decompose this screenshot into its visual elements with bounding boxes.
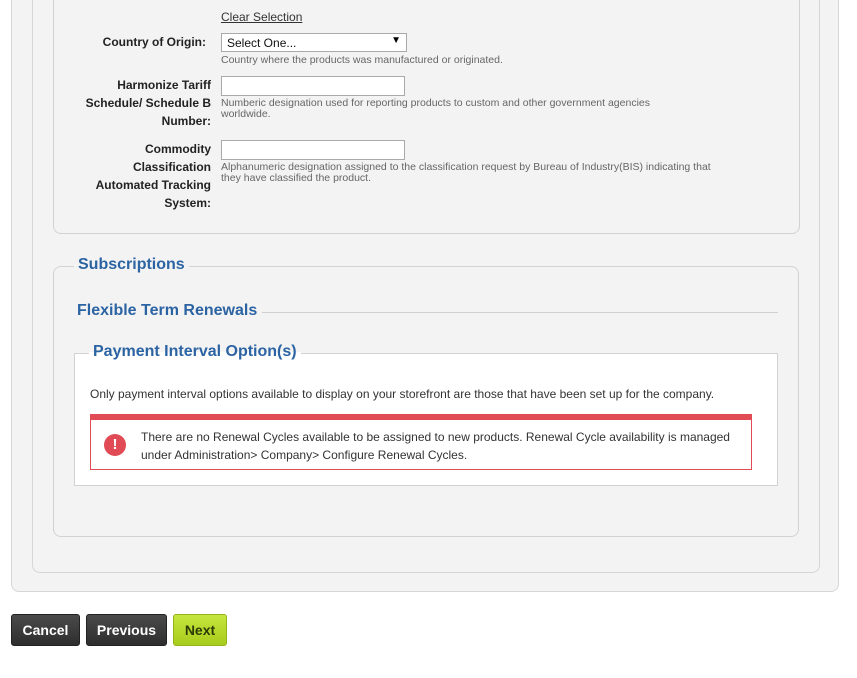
hts-label-line-2: Schedule/ Schedule B (85, 96, 211, 110)
subscriptions-heading: Subscriptions (74, 256, 189, 274)
ccats-label-line-3: Automated Tracking (95, 178, 211, 192)
ccats-input[interactable] (221, 140, 405, 160)
cancel-button[interactable]: Cancel (11, 614, 80, 646)
country-of-origin-select[interactable]: Select One... ▼ (221, 33, 407, 52)
ccats-label-line-4: System: (164, 196, 211, 210)
ccats-label: Commodity Classification Automated Track… (50, 140, 211, 212)
hts-label: Harmonize Tariff Schedule/ Schedule B Nu… (50, 76, 211, 130)
payment-interval-heading: Payment Interval Option(s) (89, 343, 301, 361)
payment-interval-description: Only payment interval options available … (90, 387, 715, 401)
country-of-origin-selected: Select One... (227, 36, 297, 50)
renewal-cycles-alert: ! There are no Renewal Cycles available … (90, 414, 752, 470)
previous-button[interactable]: Previous (86, 614, 167, 646)
country-of-origin-help: Country where the products was manufactu… (221, 54, 503, 66)
ccats-label-line-1: Commodity (145, 142, 211, 156)
hts-help: Numberic designation used for reporting … (221, 97, 650, 120)
alert-message: There are no Renewal Cycles available to… (141, 430, 730, 462)
next-button[interactable]: Next (173, 614, 227, 646)
exclamation-icon: ! (104, 434, 126, 456)
ccats-label-line-2: Classification (132, 160, 211, 174)
ccats-help: Alphanumeric designation assigned to the… (221, 161, 711, 184)
chevron-down-icon: ▼ (391, 35, 401, 46)
hts-number-input[interactable] (221, 76, 405, 96)
clear-selection-link[interactable]: Clear Selection (221, 10, 302, 24)
hts-label-line-3: Number: (161, 114, 211, 128)
country-of-origin-label: Country of Origin: (102, 35, 206, 49)
hts-label-line-1: Harmonize Tariff (117, 78, 211, 92)
flexible-term-renewals-heading: Flexible Term Renewals (77, 302, 263, 320)
